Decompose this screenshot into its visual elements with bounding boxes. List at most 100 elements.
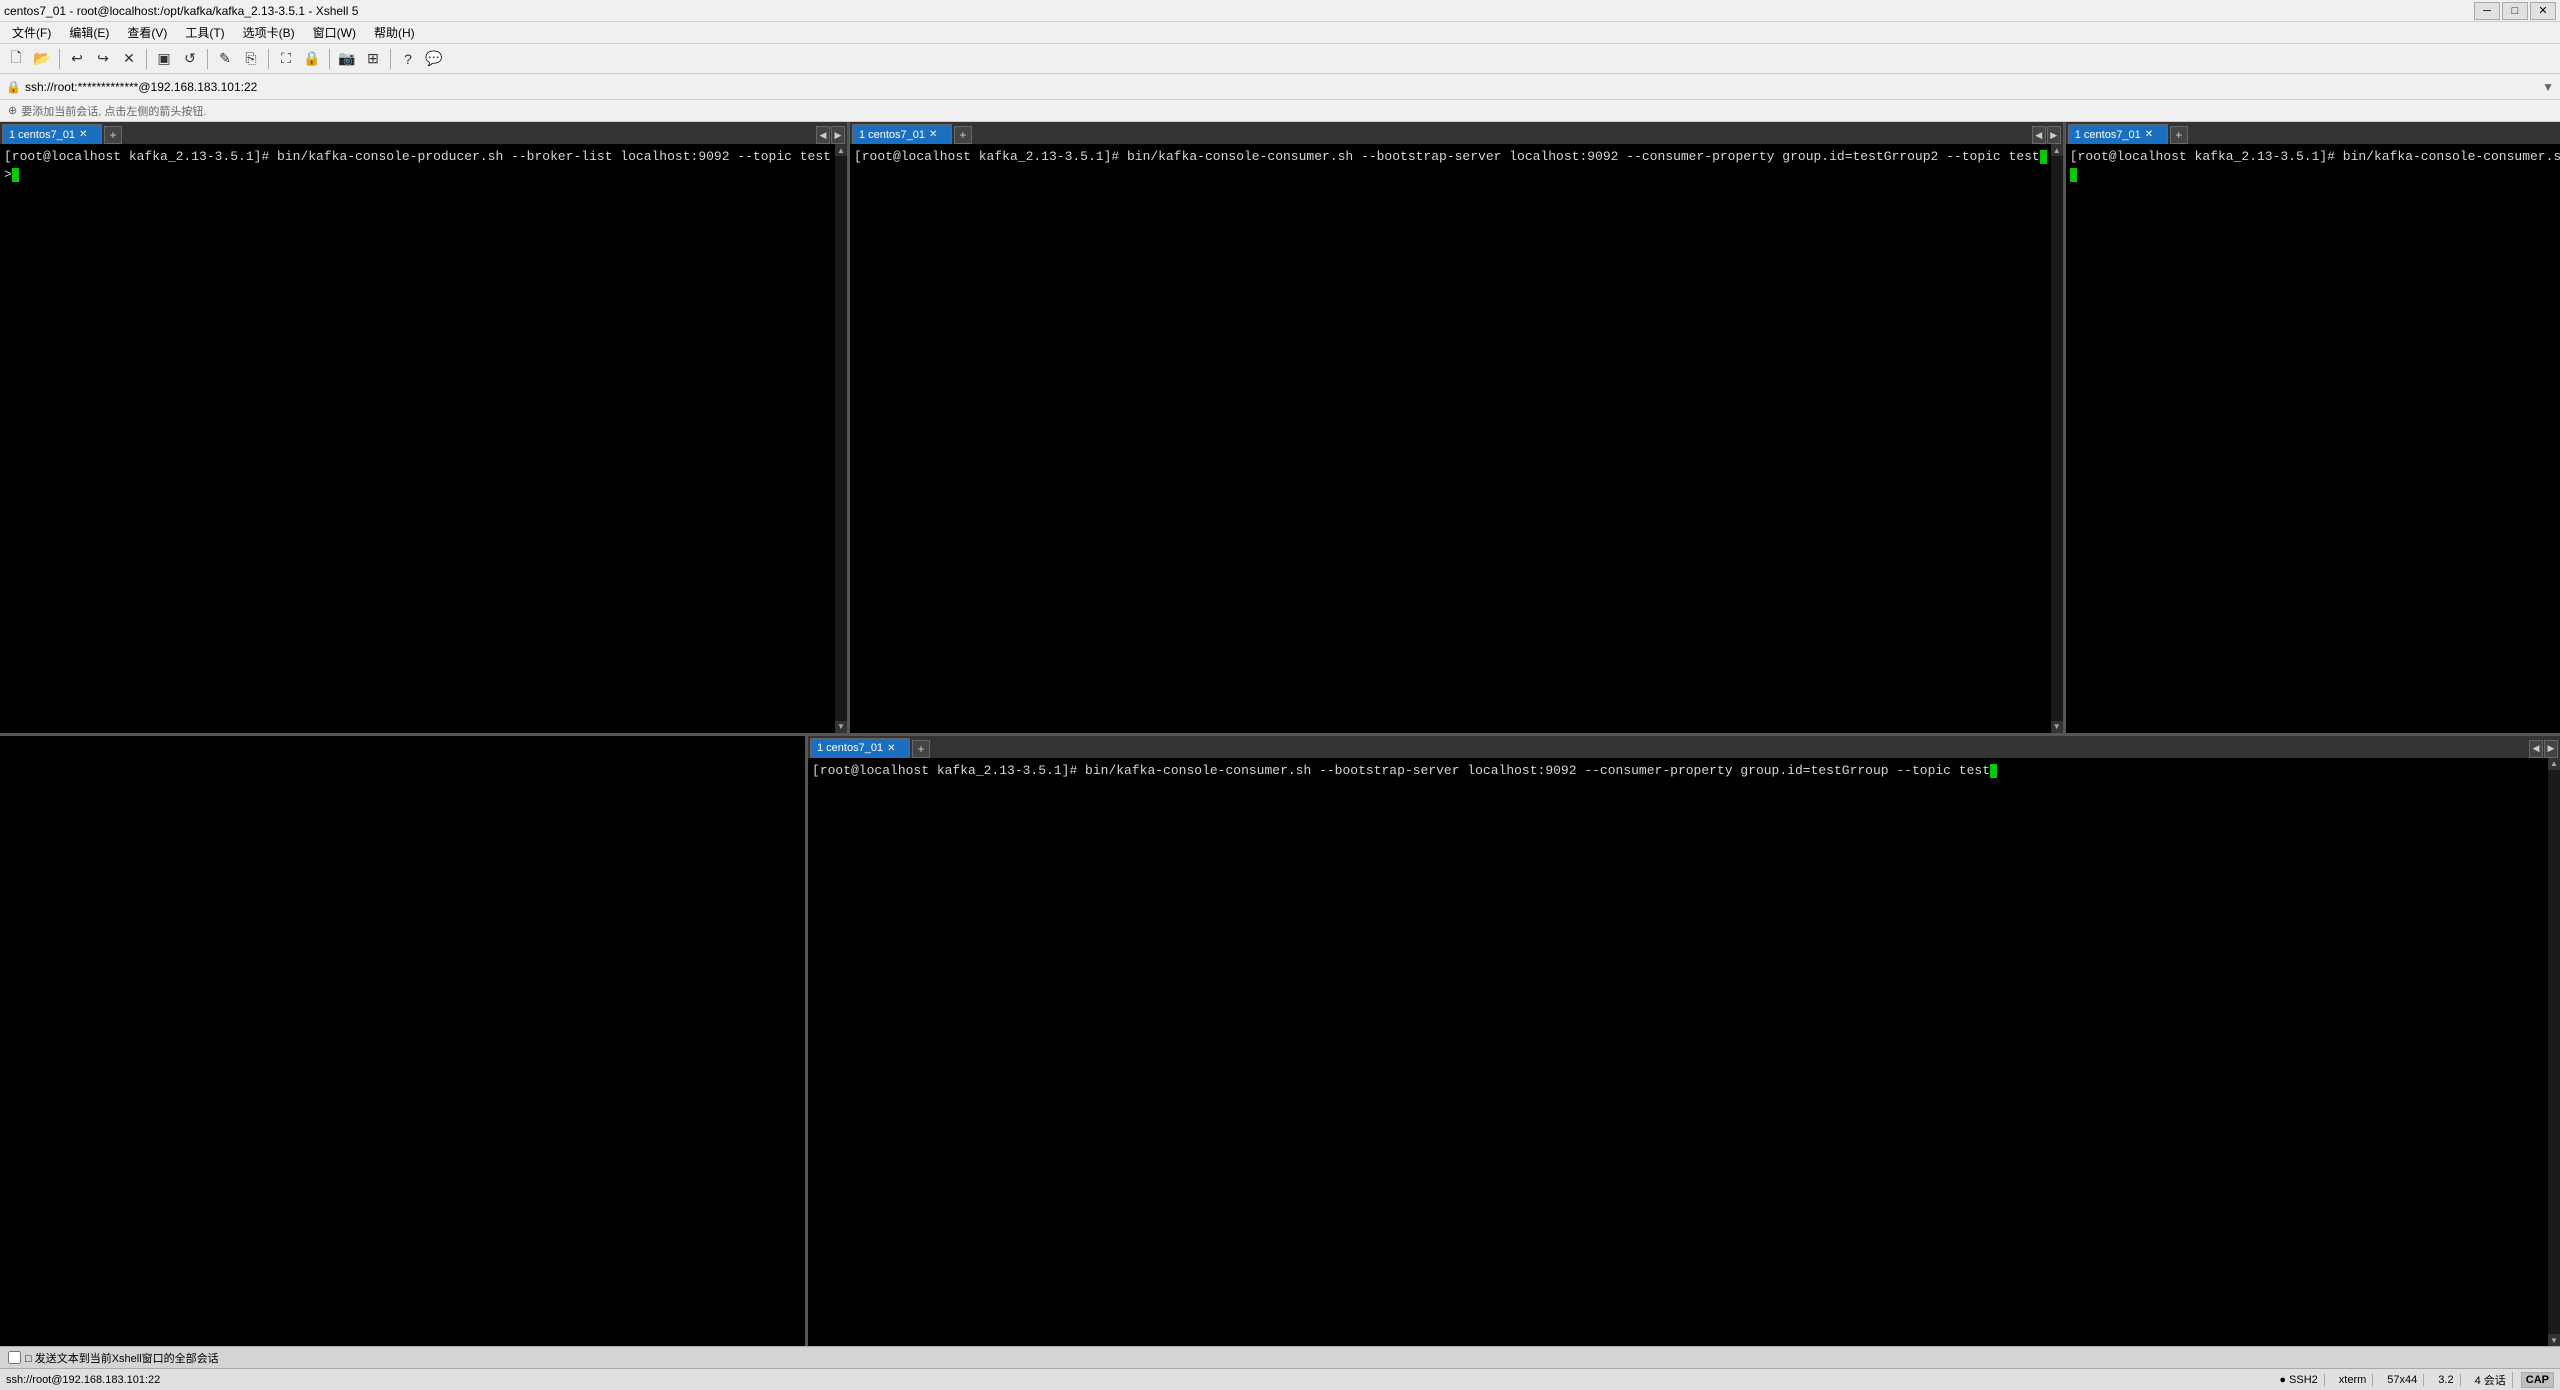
new-button[interactable]: 🗋 [4, 47, 28, 71]
panel-2-scroll-up[interactable]: ▲ [2051, 144, 2063, 156]
menu-tools[interactable]: 工具(T) [177, 22, 232, 43]
top-panels-row: 1 centos7_01 ✕ + ◀ ▶ [root@localhost kaf… [0, 122, 2560, 736]
panel-3-tab-close[interactable]: ✕ [2145, 129, 2153, 140]
reconnect-button[interactable]: ↪ [91, 47, 115, 71]
panel-4-body: [root@localhost kafka_2.13-3.5.1]# bin/k… [808, 758, 2560, 1347]
session-hint-icon: ⊕ [8, 104, 17, 117]
panel-3-tab[interactable]: 1 centos7_01 ✕ [2068, 124, 2168, 144]
session-hint-text: 要添加当前会话, 点击左侧的箭头按钮. [21, 103, 206, 119]
toolbar-separator-3 [207, 49, 208, 69]
refresh-button[interactable]: ↺ [178, 47, 202, 71]
menu-tabs[interactable]: 选项卡(B) [235, 22, 303, 43]
send-all-sessions-label: □ 发送文本到当前Xshell窗口的全部会话 [25, 1350, 219, 1366]
open-button[interactable]: 📂 [30, 47, 54, 71]
panel-2-scroll-right[interactable]: ▶ [2047, 126, 2061, 144]
panel-4-tab-scroll: ◀ ▶ [2529, 740, 2558, 758]
panel-4-scroll-right[interactable]: ▶ [2544, 740, 2558, 758]
panel-consumer1-top: 1 centos7_01 ✕ + ◀ ▶ [root@localhost kaf… [2066, 122, 2560, 733]
chat-button[interactable]: 💬 [422, 47, 446, 71]
panel-1-tab-add[interactable]: + [104, 126, 122, 144]
panel-2-scroll-down[interactable]: ▼ [2051, 721, 2063, 733]
window-title: centos7_01 - root@localhost:/opt/kafka/k… [4, 4, 358, 18]
panel-1-scroll-left[interactable]: ◀ [816, 126, 830, 144]
panel-2-terminal[interactable]: [root@localhost kafka_2.13-3.5.1]# bin/k… [850, 144, 2051, 733]
panel-2-tab-add[interactable]: + [954, 126, 972, 144]
panel-1-tab-label: 1 centos7_01 [9, 129, 75, 141]
close-button[interactable]: ✕ [2530, 2, 2556, 20]
panel-4-scrollbar[interactable]: ▲ ▼ [2548, 758, 2560, 1347]
panel-3-cursor [2070, 168, 2077, 182]
menu-help[interactable]: 帮助(H) [366, 22, 423, 43]
panel-3-tab-label: 1 centos7_01 [2075, 129, 2141, 141]
panel-4-tab-label: 1 centos7_01 [817, 742, 883, 754]
menu-bar: 文件(F) 编辑(E) 查看(V) 工具(T) 选项卡(B) 窗口(W) 帮助(… [0, 22, 2560, 44]
connect-button[interactable]: ↩ [65, 47, 89, 71]
panel-1-tab-close[interactable]: ✕ [79, 129, 87, 140]
bottom-checkbox-bar: □ 发送文本到当前Xshell窗口的全部会话 [0, 1346, 2560, 1368]
toolbar-separator-6 [390, 49, 391, 69]
panel-1-scroll-right[interactable]: ▶ [831, 126, 845, 144]
status-bar-left: ssh://root@192.168.183.101:22 [6, 1374, 2265, 1386]
terminal-settings-button[interactable]: ▣ [152, 47, 176, 71]
minimize-button[interactable]: ─ [2474, 2, 2500, 20]
panel-1-terminal[interactable]: [root@localhost kafka_2.13-3.5.1]# bin/k… [0, 144, 835, 733]
panel-consumer1-bottom: 1 centos7_01 ✕ + ◀ ▶ [root@localhost kaf… [808, 736, 2560, 1347]
menu-edit[interactable]: 编辑(E) [61, 22, 117, 43]
panel-1-tab[interactable]: 1 centos7_01 ✕ [2, 124, 102, 144]
panel-2-body: [root@localhost kafka_2.13-3.5.1]# bin/k… [850, 144, 2063, 733]
toolbar-separator-4 [268, 49, 269, 69]
status-bar: ssh://root@192.168.183.101:22 ● SSH2 xte… [0, 1368, 2560, 1390]
split-button[interactable]: ⊞ [361, 47, 385, 71]
panel-1-scroll-down[interactable]: ▼ [835, 721, 847, 733]
toolbar-separator-5 [329, 49, 330, 69]
toolbar-separator-1 [59, 49, 60, 69]
maximize-button[interactable]: □ [2502, 2, 2528, 20]
panel-producer: 1 centos7_01 ✕ + ◀ ▶ [root@localhost kaf… [0, 122, 850, 733]
log-button[interactable]: 📷 [335, 47, 359, 71]
address-dropdown-icon[interactable]: ▼ [2542, 80, 2554, 94]
panel-4-cursor [1990, 764, 1997, 778]
panel-4-tab-add[interactable]: + [912, 740, 930, 758]
send-all-sessions-checkbox-group: □ 发送文本到当前Xshell窗口的全部会话 [8, 1350, 219, 1366]
panel-2-tab-scroll: ◀ ▶ [2032, 126, 2061, 144]
panel-4-tab-close[interactable]: ✕ [887, 743, 895, 754]
bottom-left-spacer [0, 736, 808, 1347]
send-all-sessions-checkbox[interactable] [8, 1351, 21, 1364]
panel-4-scroll-up[interactable]: ▲ [2548, 758, 2560, 770]
session-hint-bar: ⊕ 要添加当前会话, 点击左侧的箭头按钮. [0, 100, 2560, 122]
panel-4-tab[interactable]: 1 centos7_01 ✕ [810, 738, 910, 758]
panel-1-body: [root@localhost kafka_2.13-3.5.1]# bin/k… [0, 144, 847, 733]
help-button[interactable]: ? [396, 47, 420, 71]
menu-file[interactable]: 文件(F) [4, 22, 59, 43]
panel-4-terminal[interactable]: [root@localhost kafka_2.13-3.5.1]# bin/k… [808, 758, 2548, 1347]
lock-button[interactable]: 🔒 [300, 47, 324, 71]
panel-2-cursor [2040, 150, 2047, 164]
panel-1-scrollbar[interactable]: ▲ ▼ [835, 144, 847, 733]
address-lock-icon: 🔒 [6, 80, 21, 94]
panel-2-scrollbar[interactable]: ▲ ▼ [2051, 144, 2063, 733]
panel-4-scroll-down[interactable]: ▼ [2548, 1334, 2560, 1346]
status-session-count: 4 会话 [2469, 1372, 2513, 1388]
panel-3-tab-add[interactable]: + [2170, 126, 2188, 144]
panel-2-tab[interactable]: 1 centos7_01 ✕ [852, 124, 952, 144]
panel-1-tab-scroll: ◀ ▶ [816, 126, 845, 144]
main-area: 1 centos7_01 ✕ + ◀ ▶ [root@localhost kaf… [0, 122, 2560, 1346]
panel-2-scroll-left[interactable]: ◀ [2032, 126, 2046, 144]
panel-3-body: [root@localhost kafka_2.13-3.5.1]# bin/k… [2066, 144, 2560, 733]
panel-4-scroll-left[interactable]: ◀ [2529, 740, 2543, 758]
menu-window[interactable]: 窗口(W) [305, 22, 364, 43]
panel-1-scroll-up[interactable]: ▲ [835, 144, 847, 156]
copy-button[interactable]: ⎘ [239, 47, 263, 71]
menu-view[interactable]: 查看(V) [119, 22, 175, 43]
compose-button[interactable]: ✎ [213, 47, 237, 71]
panel-3-terminal[interactable]: [root@localhost kafka_2.13-3.5.1]# bin/k… [2066, 144, 2560, 733]
title-bar: centos7_01 - root@localhost:/opt/kafka/k… [0, 0, 2560, 22]
disconnect-button[interactable]: ✕ [117, 47, 141, 71]
status-protocol: ● SSH2 [2273, 1374, 2324, 1386]
status-version: 3.2 [2432, 1374, 2460, 1386]
panel-2-tab-close[interactable]: ✕ [929, 129, 937, 140]
status-terminal-type: xterm [2333, 1374, 2374, 1386]
window-controls: ─ □ ✕ [2474, 2, 2556, 20]
panel-1-cursor [12, 168, 19, 182]
fullscreen-button[interactable]: ⛶ [274, 47, 298, 71]
